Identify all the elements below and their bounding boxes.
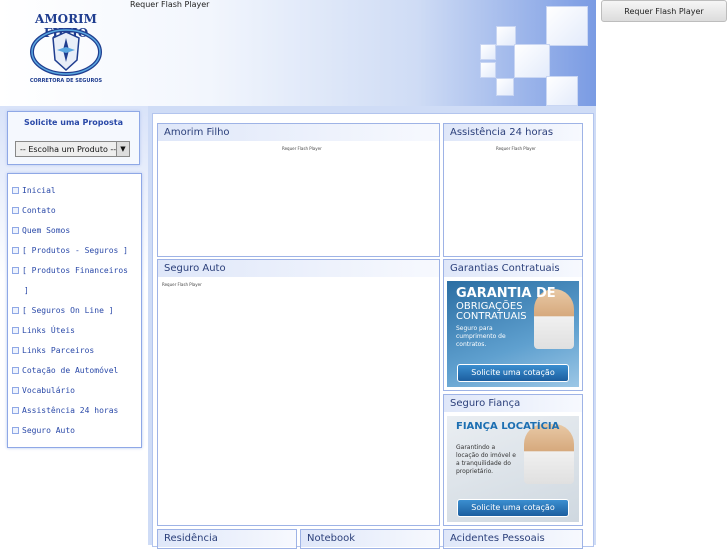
nav-menu: Inicial Contato Quem Somos [ Produtos - …	[7, 173, 142, 448]
menu-item-cotacao-automovel[interactable]: Cotação de Automóvel	[12, 366, 118, 375]
bullet-icon	[12, 407, 19, 414]
decor-square	[496, 78, 514, 96]
bullet-icon	[12, 227, 19, 234]
bullet-icon	[12, 207, 19, 214]
logo-subtitle: CORRETORA DE SEGUROS	[29, 78, 103, 84]
panel-amorim-filho: Amorim Filho Requer Flash Player	[157, 123, 440, 257]
menu-item-inicial[interactable]: Inicial	[12, 186, 56, 195]
company-logo[interactable]: AMORIM FILHO CORRETORA DE SEGUROS	[27, 12, 105, 90]
panel-title: Seguro Auto	[158, 260, 439, 277]
couple-photo	[524, 424, 574, 484]
product-select[interactable]: -- Escolha um Produto -- ▼	[15, 141, 130, 157]
dropdown-arrow-icon[interactable]: ▼	[116, 142, 129, 156]
menu-item-contato[interactable]: Contato	[12, 206, 56, 215]
bullet-icon	[12, 327, 19, 334]
panel-acidentes: Acidentes Pessoais	[443, 529, 583, 549]
bullet-icon	[12, 307, 19, 314]
proposal-title: Solicite uma Proposta	[24, 118, 123, 127]
menu-item-produtos-seguros[interactable]: [ Produtos - Seguros ]	[12, 246, 128, 255]
panel-title: Acidentes Pessoais	[444, 530, 582, 547]
solicite-cotacao-button[interactable]: Solicite uma cotação	[457, 364, 569, 382]
menu-item-assistencia[interactable]: Assistência 24 horas	[12, 406, 118, 415]
panel-title: Assistência 24 horas	[444, 124, 582, 141]
fianca-banner[interactable]: FIANÇA LOCATÍCIA Garantindo a locação do…	[447, 416, 579, 522]
menu-item-links-parceiros[interactable]: Links Parceiros	[12, 346, 94, 355]
banner-subheadline: OBRIGAÇÕES CONTRATUAIS	[456, 301, 527, 322]
panel-title: Residência	[158, 530, 296, 547]
menu-item-quem-somos[interactable]: Quem Somos	[12, 226, 70, 235]
menu-item-seguro-auto[interactable]: Seguro Auto	[12, 426, 75, 435]
panel-title: Seguro Fiança	[444, 395, 582, 412]
decor-square	[496, 26, 516, 46]
panel-title: Garantias Contratuais	[444, 260, 582, 277]
decor-square	[546, 76, 578, 106]
panel-garantias: Garantias Contratuais GARANTIA DE OBRIGA…	[443, 259, 583, 391]
panel-assistencia: Assistência 24 horas Requer Flash Player	[443, 123, 583, 257]
site-header: AMORIM FILHO CORRETORA DE SEGUROS Requer…	[0, 0, 596, 106]
bullet-icon	[12, 347, 19, 354]
bullet-icon	[12, 187, 19, 194]
decor-square	[480, 44, 496, 60]
menu-item-links-uteis[interactable]: Links Úteis	[12, 326, 75, 335]
banner-headline: FIANÇA LOCATÍCIA	[456, 421, 560, 432]
flash-notice: Requer Flash Player	[162, 282, 202, 287]
garantia-banner[interactable]: GARANTIA DE OBRIGAÇÕES CONTRATUAIS Segur…	[447, 281, 579, 387]
bullet-icon	[12, 247, 19, 254]
flash-notice: Requer Flash Player	[496, 146, 536, 151]
decor-square	[514, 44, 550, 78]
panel-seguro-auto: Seguro Auto Requer Flash Player	[157, 259, 440, 526]
banner-text: Garantindo a locação do imóvel e a tranq…	[456, 444, 516, 475]
panel-residencia: Residência	[157, 529, 297, 549]
menu-item-produtos-financeiros-close[interactable]: ]	[24, 286, 29, 295]
panel-seguro-fianca: Seguro Fiança FIANÇA LOCATÍCIA Garantind…	[443, 394, 583, 526]
panel-title: Notebook	[301, 530, 439, 547]
menu-item-produtos-financeiros[interactable]: [ Produtos Financeiros	[12, 266, 128, 275]
menu-item-vocabulario[interactable]: Vocabulário	[12, 386, 75, 395]
menu-item-seguros-online[interactable]: [ Seguros On Line ]	[12, 306, 114, 315]
bullet-icon	[12, 427, 19, 434]
flash-player-button[interactable]: Requer Flash Player	[601, 0, 727, 22]
bullet-icon	[12, 367, 19, 374]
flash-notice: Requer Flash Player	[282, 146, 322, 151]
decor-square	[480, 62, 496, 78]
decor-square	[546, 6, 588, 46]
banner-text: Seguro para cumprimento de contratos.	[456, 325, 506, 348]
panel-notebook: Notebook	[300, 529, 440, 549]
panel-title: Amorim Filho	[158, 124, 439, 141]
proposal-box: Solicite uma Proposta -- Escolha um Prod…	[7, 111, 140, 165]
bullet-icon	[12, 267, 19, 274]
shield-emblem-icon	[30, 28, 102, 76]
bullet-icon	[12, 387, 19, 394]
solicite-cotacao-button[interactable]: Solicite uma cotação	[457, 499, 569, 517]
header-flash-notice: Requer Flash Player	[130, 0, 210, 9]
banner-headline: GARANTIA DE	[456, 286, 556, 301]
product-select-value: -- Escolha um Produto --	[20, 145, 117, 154]
